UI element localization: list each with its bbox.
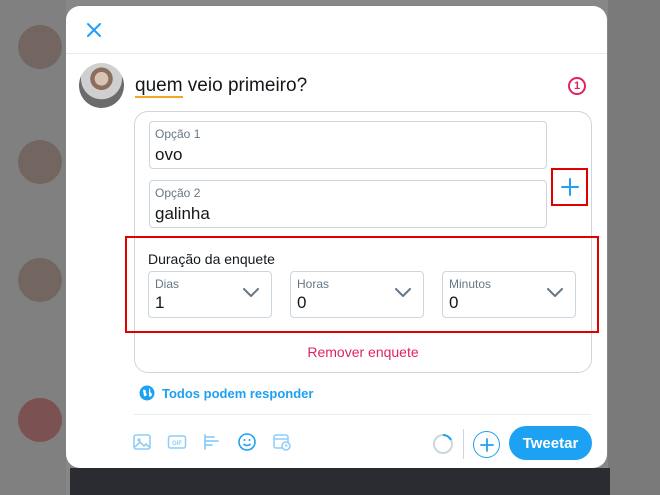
close-button[interactable] bbox=[80, 16, 108, 44]
schedule-icon bbox=[273, 434, 291, 451]
poll-option-2-field[interactable]: Opção 2 galinha bbox=[149, 180, 547, 228]
globe-icon bbox=[139, 385, 155, 401]
poll-option-1-value: ovo bbox=[155, 145, 183, 164]
add-gif-button[interactable]: GIF bbox=[165, 430, 189, 454]
reply-permission-button[interactable]: Todos podem responder bbox=[139, 385, 313, 401]
add-poll-option-button[interactable] bbox=[551, 168, 588, 206]
poll-duration-title: Duração da enquete bbox=[148, 251, 275, 267]
hours-select[interactable]: Horas 0 bbox=[290, 271, 424, 318]
tweet-button[interactable]: Tweetar bbox=[509, 426, 592, 460]
compose-tweet-dialog: quem veio primeiro? 1 Opção 1 ovo Opção … bbox=[66, 6, 607, 468]
days-select[interactable]: Dias 1 bbox=[148, 271, 272, 318]
plus-icon bbox=[560, 178, 579, 196]
remove-poll-button[interactable]: Remover enquete bbox=[135, 344, 591, 360]
svg-text:GIF: GIF bbox=[172, 441, 182, 447]
poll-option-2-value: galinha bbox=[155, 204, 210, 223]
emoji-icon bbox=[238, 433, 256, 451]
poll-option-1-field[interactable]: Opção 1 ovo bbox=[149, 121, 547, 169]
poll-duration-section: Duração da enquete Dias 1 Horas 0 Minuto… bbox=[125, 236, 599, 333]
poll-editor: Opção 1 ovo Opção 2 galinha Duração da e… bbox=[125, 111, 599, 373]
tweet-text-rest: veio primeiro? bbox=[182, 75, 308, 96]
add-tweet-button[interactable] bbox=[473, 431, 500, 458]
poll-icon bbox=[204, 434, 219, 450]
poll-option-1-label: Opção 1 bbox=[155, 127, 201, 141]
toolbar-divider bbox=[134, 414, 591, 415]
gif-icon: GIF bbox=[167, 435, 187, 449]
dialog-header bbox=[66, 6, 607, 54]
reply-permission-label: Todos podem responder bbox=[162, 385, 314, 401]
minutes-select[interactable]: Minutos 0 bbox=[442, 271, 576, 318]
character-counter: 1 bbox=[568, 77, 586, 95]
character-progress-ring bbox=[433, 434, 453, 454]
chevron-down-icon bbox=[547, 288, 563, 297]
chevron-down-icon bbox=[395, 288, 411, 297]
add-media-button[interactable] bbox=[130, 430, 154, 454]
plus-icon bbox=[479, 437, 494, 452]
image-icon bbox=[133, 434, 151, 450]
avatar bbox=[79, 63, 124, 108]
tweet-text-misspelled-word: quem bbox=[135, 75, 183, 98]
schedule-button[interactable] bbox=[270, 430, 294, 454]
close-icon bbox=[87, 23, 101, 37]
add-poll-button[interactable] bbox=[200, 430, 224, 454]
tweet-text-input[interactable]: quem veio primeiro? bbox=[135, 75, 308, 98]
chevron-down-icon bbox=[243, 288, 259, 297]
poll-option-2-label: Opção 2 bbox=[155, 186, 201, 200]
add-emoji-button[interactable] bbox=[235, 430, 259, 454]
compose-toolbar: GIF bbox=[130, 430, 294, 454]
toolbar-separator bbox=[463, 429, 464, 459]
